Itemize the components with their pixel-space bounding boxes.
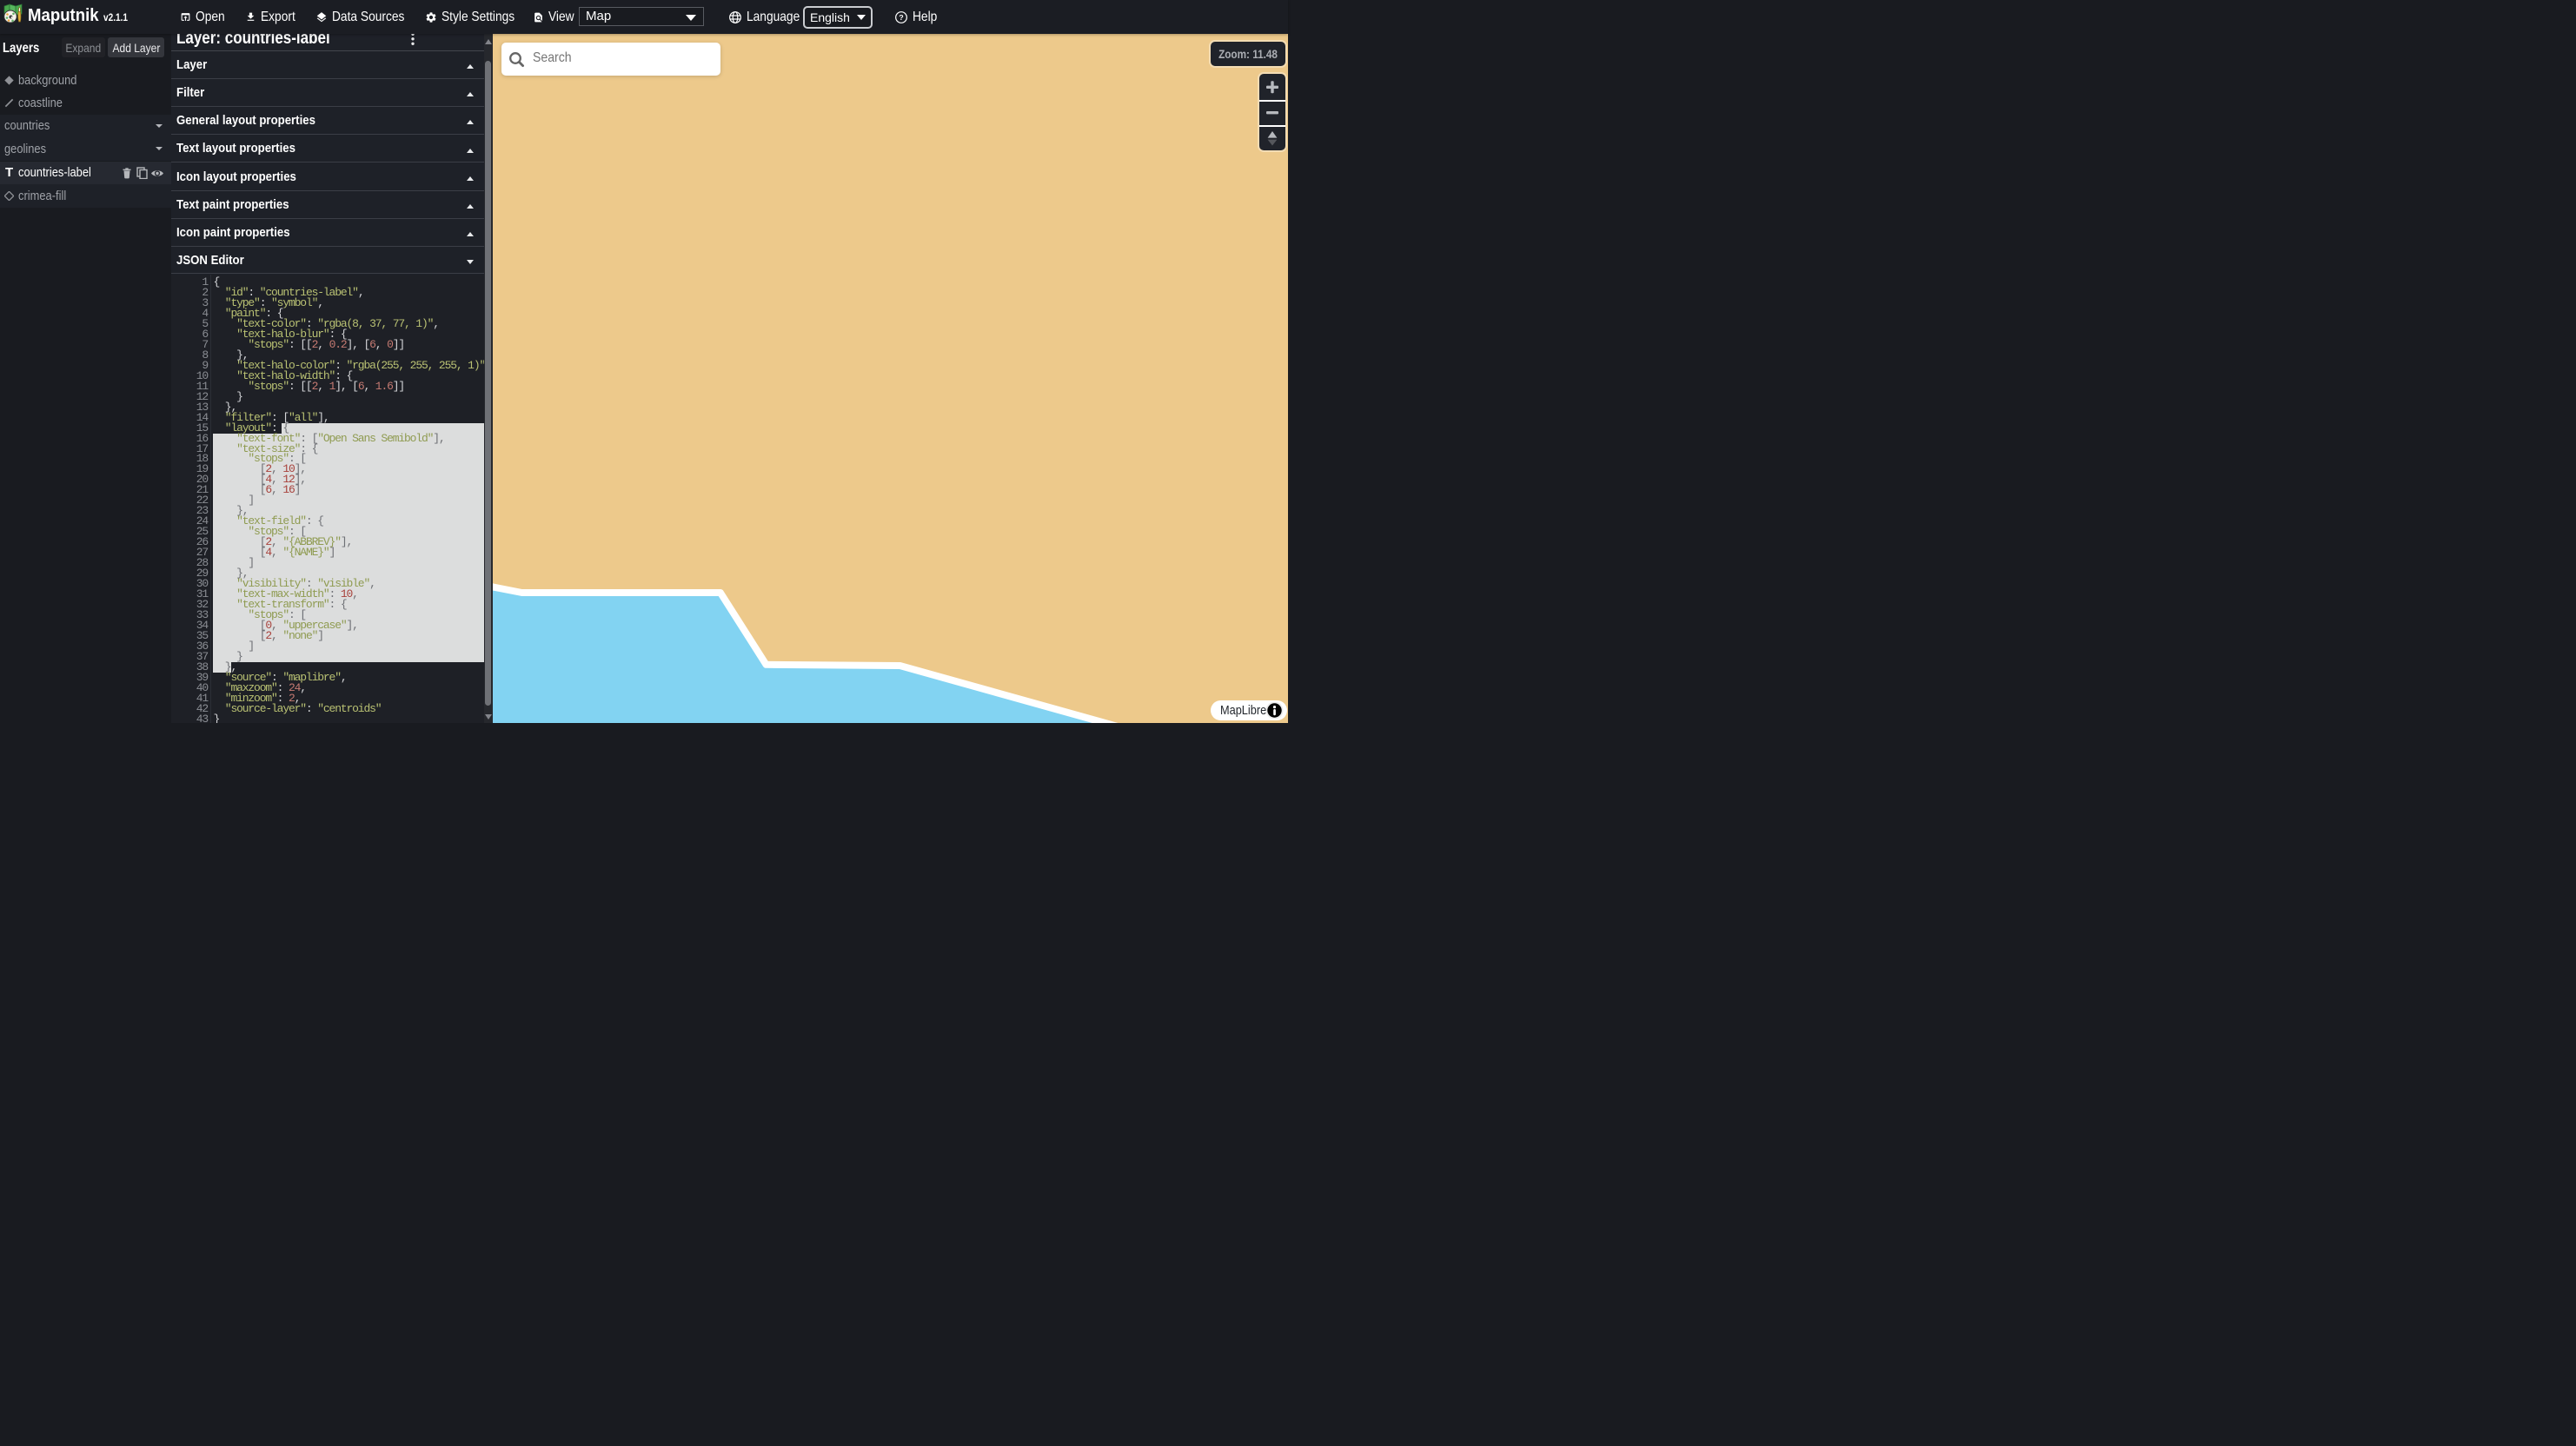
svg-text:?: ? bbox=[899, 13, 903, 22]
